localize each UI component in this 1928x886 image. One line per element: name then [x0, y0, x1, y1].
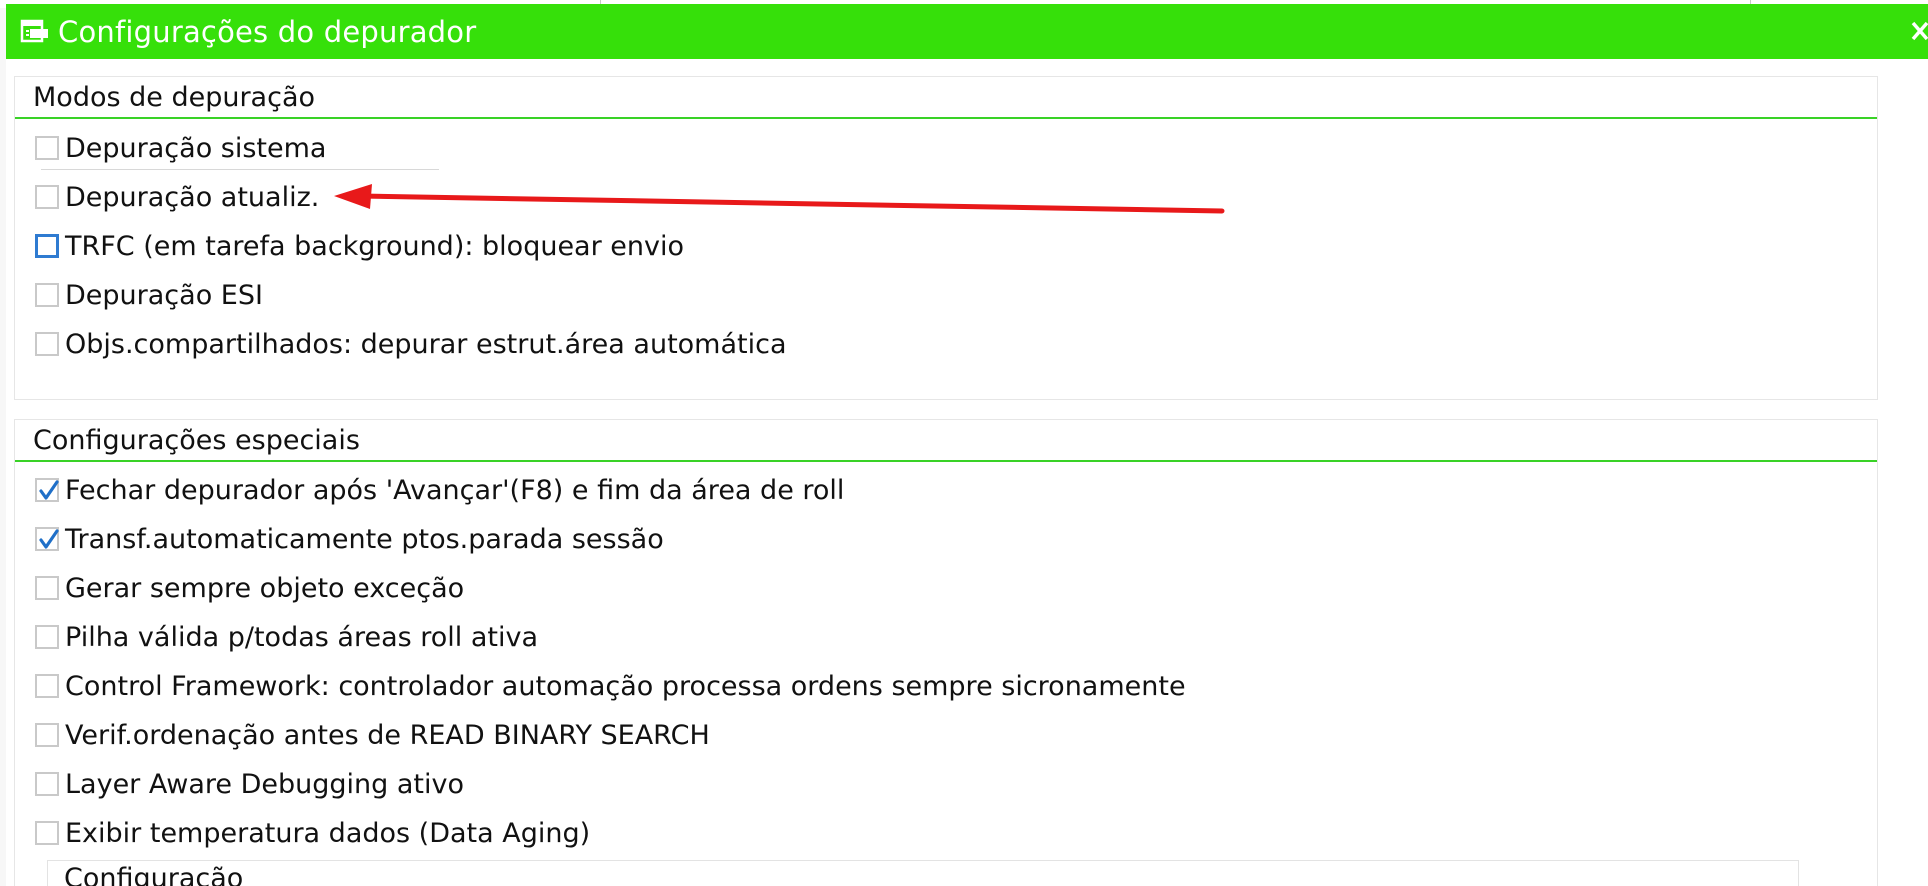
checkbox-control-framework[interactable] — [35, 674, 59, 698]
checkbox-label: Depuração ESI — [65, 279, 263, 311]
dialog-title-bar[interactable]: Configurações do depurador — [6, 4, 1928, 59]
checkbox-label: Depuração sistema — [65, 132, 327, 164]
checkbox-shared-objects[interactable] — [35, 332, 59, 356]
dialog-title: Configurações do depurador — [58, 14, 477, 49]
checkbox-row-valid-stack[interactable]: Pilha válida p/todas áreas roll ativa — [35, 617, 538, 657]
checkbox-close-after-f8[interactable] — [35, 478, 59, 502]
checkbox-row-update-debugging[interactable]: Depuração atualiz. — [35, 177, 319, 217]
checkbox-system-debugging[interactable] — [35, 136, 59, 160]
checkbox-label: Transf.automaticamente ptos.parada sessã… — [65, 523, 664, 555]
checkbox-row-transfer-breakpoints[interactable]: Transf.automaticamente ptos.parada sessã… — [35, 519, 664, 559]
checkmark-icon — [39, 529, 59, 549]
special-settings-header: Configurações especiais — [15, 420, 1877, 462]
checkbox-label: Gerar sempre objeto exceção — [65, 572, 465, 604]
checkmark-icon — [39, 480, 59, 500]
checkbox-row-layer-aware-debugging[interactable]: Layer Aware Debugging ativo — [35, 764, 464, 804]
checkbox-binary-search-check[interactable] — [35, 723, 59, 747]
debug-modes-title: Modos de depuração — [33, 81, 316, 113]
checkbox-label: TRFC (em tarefa background): bloquear en… — [65, 230, 685, 262]
screen: ‾‾‾‾‾‾‾ ‾‾ ‾‾‾‾‾‾‾ Configurações do depu… — [0, 0, 1928, 886]
checkbox-label: Exibir temperatura dados (Data Aging) — [65, 817, 591, 849]
separator — [41, 169, 439, 170]
checkbox-label: Objs.compartilhados: depurar estrut.área… — [65, 328, 787, 360]
checkbox-esi-debugging[interactable] — [35, 283, 59, 307]
configuration-subgroup: Configuração — [47, 860, 1799, 886]
configuration-subgroup-title: Configuração — [64, 863, 244, 886]
checkbox-row-esi-debugging[interactable]: Depuração ESI — [35, 275, 263, 315]
checkbox-row-binary-search-check[interactable]: Verif.ordenação antes de READ BINARY SEA… — [35, 715, 710, 755]
checkbox-always-exception-object[interactable] — [35, 576, 59, 600]
checkbox-label: Depuração atualiz. — [65, 181, 320, 213]
checkbox-row-shared-objects[interactable]: Objs.compartilhados: depurar estrut.área… — [35, 324, 787, 364]
checkbox-trfc-block[interactable] — [35, 234, 59, 258]
checkbox-row-data-aging[interactable]: Exibir temperatura dados (Data Aging) — [35, 813, 590, 853]
checkbox-label: Fechar depurador após 'Avançar'(F8) e fi… — [65, 474, 845, 506]
checkbox-row-system-debugging[interactable]: Depuração sistema — [35, 128, 326, 168]
checkbox-transfer-breakpoints[interactable] — [35, 527, 59, 551]
checkbox-valid-stack[interactable] — [35, 625, 59, 649]
checkbox-label: Verif.ordenação antes de READ BINARY SEA… — [65, 719, 710, 751]
checkbox-label: Control Framework: controlador automação… — [65, 670, 1186, 702]
checkbox-row-close-after-f8[interactable]: Fechar depurador após 'Avançar'(F8) e fi… — [35, 470, 844, 510]
dialog-body: Modos de depuração Depuração sistema Dep… — [6, 59, 1928, 886]
checkbox-layer-aware-debugging[interactable] — [35, 772, 59, 796]
checkbox-data-aging[interactable] — [35, 821, 59, 845]
special-settings-group: Configurações especiais Fechar depurador… — [14, 419, 1878, 886]
debug-modes-header: Modos de depuração — [15, 77, 1877, 119]
close-icon[interactable] — [1910, 16, 1928, 46]
checkbox-row-always-exception-object[interactable]: Gerar sempre objeto exceção — [35, 568, 464, 608]
checkbox-row-trfc-block[interactable]: TRFC (em tarefa background): bloquear en… — [35, 226, 684, 266]
checkbox-row-control-framework[interactable]: Control Framework: controlador automação… — [35, 666, 1186, 706]
dialog-settings-icon — [18, 15, 52, 49]
checkbox-update-debugging[interactable] — [35, 185, 59, 209]
special-settings-title: Configurações especiais — [33, 424, 360, 456]
debug-modes-group: Modos de depuração Depuração sistema Dep… — [14, 76, 1878, 400]
checkbox-label: Layer Aware Debugging ativo — [65, 768, 464, 800]
checkbox-label: Pilha válida p/todas áreas roll ativa — [65, 621, 539, 653]
